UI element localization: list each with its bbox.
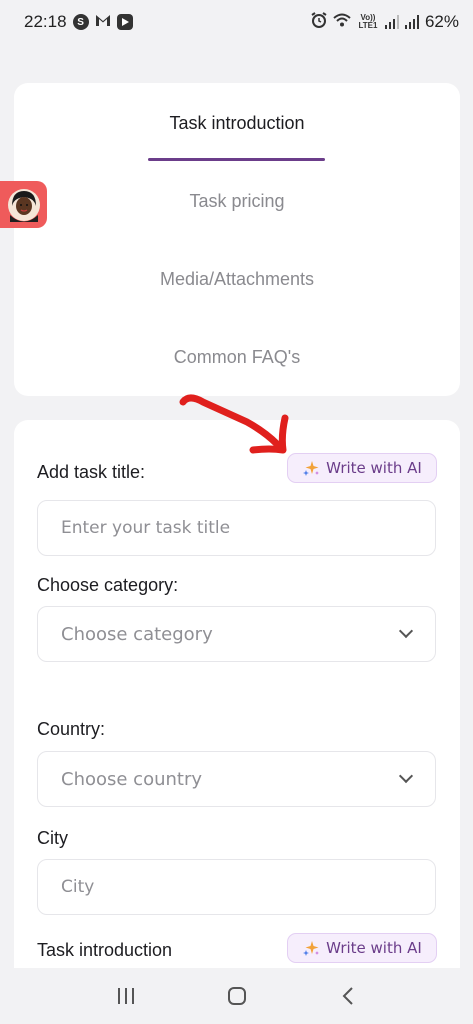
- recents-button[interactable]: [106, 976, 146, 1016]
- tab-task-pricing[interactable]: Task pricing: [14, 191, 460, 212]
- tab-common-faqs[interactable]: Common FAQ's: [14, 347, 460, 368]
- home-icon: [227, 987, 246, 1005]
- task-title-field[interactable]: [37, 500, 436, 556]
- system-nav-bar: [0, 968, 473, 1024]
- sparkle-icon: [303, 941, 320, 956]
- category-select[interactable]: Choose category: [37, 606, 436, 662]
- floating-avatar-button[interactable]: [0, 181, 47, 228]
- write-with-ai-button[interactable]: Write with AI: [287, 453, 437, 483]
- alarm-icon: [311, 11, 327, 33]
- chevron-down-icon: [398, 768, 414, 784]
- gmail-icon: [95, 12, 111, 32]
- task-title-input[interactable]: [61, 518, 411, 538]
- back-button[interactable]: [328, 976, 368, 1016]
- category-label: Choose category:: [37, 575, 179, 595]
- category-select-value: Choose category: [61, 623, 213, 645]
- signal-icon: [384, 15, 399, 29]
- wifi-icon: [333, 12, 351, 32]
- status-left: 22:18 S: [24, 12, 133, 32]
- status-right: Vo)) LTE1 62%: [311, 11, 459, 33]
- recents-icon: [117, 988, 134, 1004]
- country-select-value: Choose country: [61, 768, 203, 790]
- status-bar: 22:18 S Vo)) LTE1 62%: [0, 0, 473, 44]
- battery-text: 62%: [424, 12, 459, 31]
- avatar: [7, 188, 40, 222]
- country-label: Country:: [37, 719, 106, 739]
- write-with-ai-label-2: Write with AI: [326, 939, 422, 957]
- tab-task-introduction[interactable]: Task introduction: [14, 113, 460, 134]
- annotation-arrow: [179, 394, 289, 454]
- signal-icon-2: [404, 15, 419, 29]
- status-time: 22:18: [24, 12, 67, 31]
- city-label: City: [37, 828, 68, 848]
- back-icon: [342, 987, 353, 1005]
- tab-media-attachments[interactable]: Media/Attachments: [14, 269, 460, 290]
- sparkle-icon: [303, 461, 320, 476]
- active-tab-indicator: [148, 158, 325, 161]
- country-select[interactable]: Choose country: [37, 751, 436, 807]
- s-icon: S: [72, 14, 89, 30]
- volte-label: Vo)) LTE1: [358, 13, 378, 30]
- city-field[interactable]: [37, 859, 436, 915]
- task-title-label: Add task title:: [37, 462, 146, 482]
- youtube-icon: [116, 14, 133, 30]
- write-with-ai-button-2[interactable]: Write with AI: [287, 933, 437, 963]
- task-form-card: Add task title: Write with AI Choose cat…: [14, 420, 460, 968]
- task-introduction-label: Task introduction: [37, 940, 173, 960]
- write-with-ai-label: Write with AI: [326, 459, 422, 477]
- home-button[interactable]: [217, 976, 257, 1016]
- city-input[interactable]: [61, 877, 411, 897]
- tabs-card: Task introduction Task pricing Media/Att…: [14, 83, 460, 396]
- chevron-down-icon: [398, 623, 414, 639]
